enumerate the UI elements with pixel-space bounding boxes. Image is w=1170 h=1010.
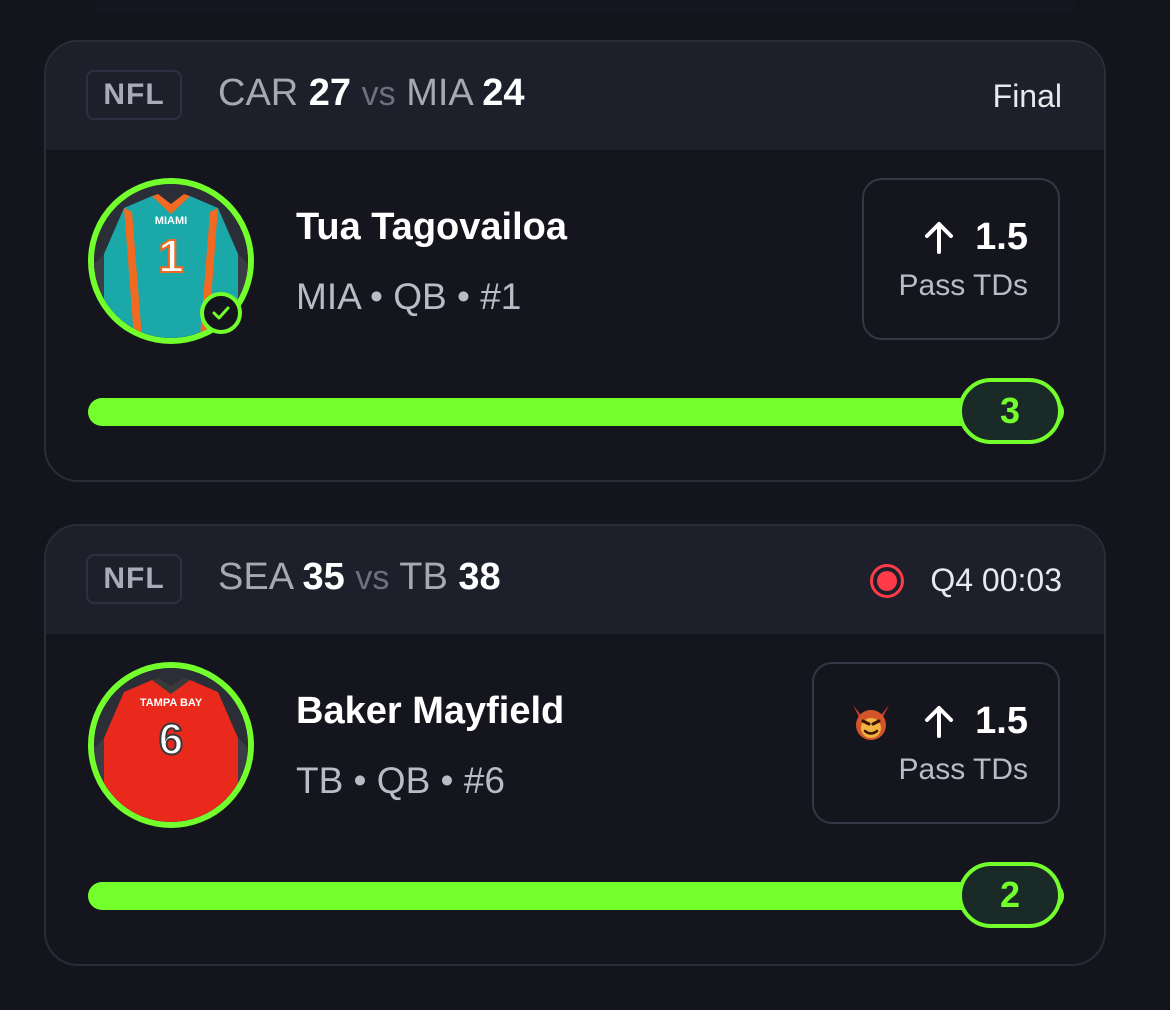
progress-value: 2 — [958, 862, 1062, 928]
progress-fill — [88, 398, 1064, 426]
pick-stat: Pass TDs — [898, 753, 1028, 786]
pick-line-value: 1.5 — [975, 699, 1028, 742]
jersey-team-text: TAMPA BAY — [140, 697, 203, 709]
arrow-up-icon — [923, 220, 955, 254]
demon-icon — [849, 699, 893, 743]
player-avatar[interactable]: TAMPA BAY 6 — [88, 662, 254, 828]
pick-stat: Pass TDs — [898, 268, 1028, 302]
league-badge: NFL — [86, 554, 182, 604]
home-team: TB — [399, 556, 448, 598]
progress-fill — [88, 882, 1064, 910]
pick-card[interactable]: NFL CAR 27 vs MIA 24 Final MIAMI 1 Tua T… — [44, 40, 1106, 482]
pick-box[interactable]: 1.5 Pass TDs — [812, 662, 1060, 824]
jersey-number-text: 6 — [159, 715, 183, 764]
check-icon — [200, 292, 242, 334]
arrow-up-icon — [923, 704, 955, 738]
game-matchup: SEA 35 vs TB 38 — [218, 556, 501, 599]
away-team: SEA — [218, 556, 292, 598]
jersey-number-text: 1 — [158, 230, 184, 282]
top-strip — [96, 0, 1074, 12]
away-score: 27 — [308, 72, 352, 114]
home-score: 24 — [482, 72, 525, 114]
pick-box[interactable]: 1.5 Pass TDs — [862, 178, 1060, 340]
game-status: Q4 00:03 — [870, 562, 1062, 599]
pick-line-value: 1.5 — [975, 215, 1028, 258]
progress-bar — [88, 398, 1064, 426]
pick-line: 1.5 — [923, 216, 1028, 259]
player-meta: TB • QB • #6 — [296, 760, 505, 801]
home-team: MIA — [406, 72, 472, 114]
card-header: NFL CAR 27 vs MIA 24 Final — [46, 42, 1104, 150]
home-score: 38 — [458, 556, 501, 598]
game-status: Final — [993, 78, 1062, 115]
away-team: CAR — [218, 72, 299, 114]
game-status-text: Q4 00:03 — [930, 562, 1062, 598]
vs-label: vs — [355, 559, 390, 597]
game-matchup: CAR 27 vs MIA 24 — [218, 72, 525, 115]
pick-line: 1.5 — [849, 699, 1028, 743]
game-status-text: Final — [992, 78, 1062, 114]
live-indicator-icon — [870, 563, 905, 598]
player-name[interactable]: Baker Mayfield — [296, 690, 564, 733]
jersey-team-text: MIAMI — [155, 215, 187, 227]
player-name[interactable]: Tua Tagovailoa — [296, 206, 567, 249]
away-score: 35 — [302, 556, 345, 598]
vs-label: vs — [361, 75, 396, 113]
progress-value: 3 — [958, 378, 1062, 444]
league-badge: NFL — [86, 70, 182, 120]
card-header: NFL SEA 35 vs TB 38 Q4 00:03 — [46, 526, 1104, 634]
pick-card[interactable]: NFL SEA 35 vs TB 38 Q4 00:03 TAMPA BAY 6… — [44, 524, 1106, 966]
jersey-icon: TAMPA BAY 6 — [94, 668, 248, 822]
player-meta: MIA • QB • #1 — [296, 276, 522, 317]
progress-bar — [88, 882, 1064, 910]
